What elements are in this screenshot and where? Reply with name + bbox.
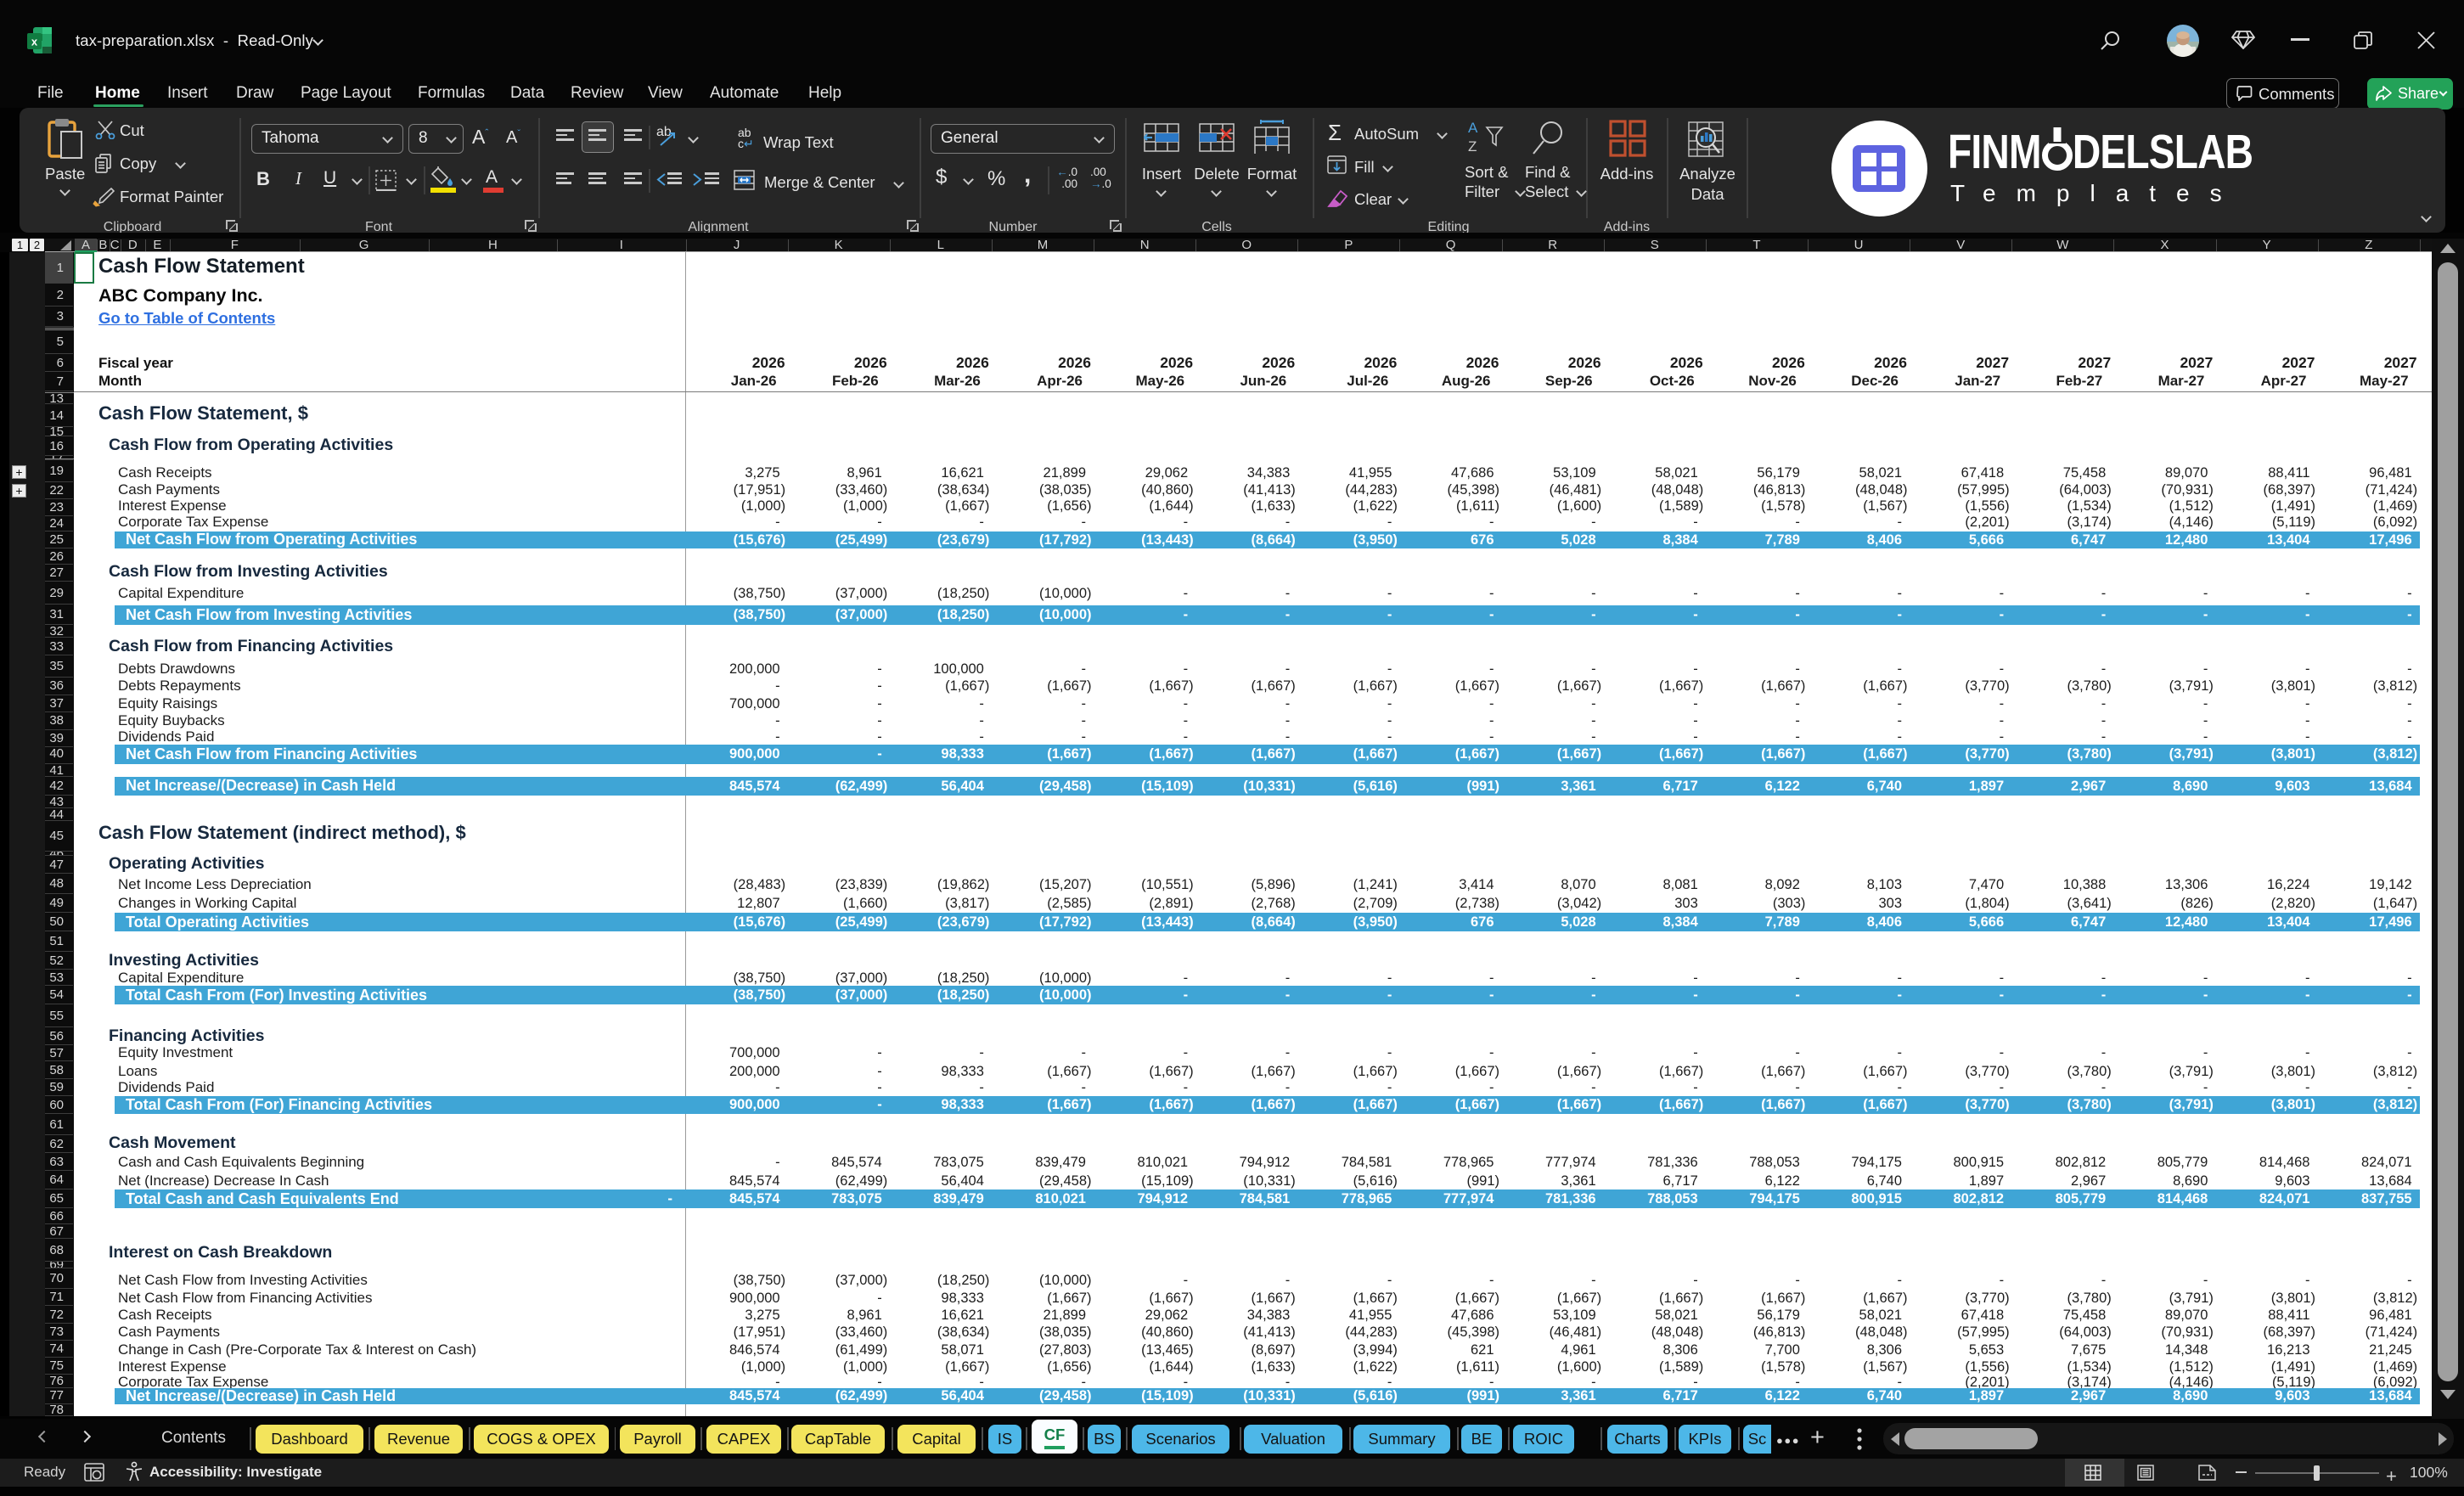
svg-text:x: x bbox=[31, 36, 38, 48]
svg-text:Z: Z bbox=[1468, 138, 1477, 155]
svg-text:A: A bbox=[1468, 120, 1478, 136]
